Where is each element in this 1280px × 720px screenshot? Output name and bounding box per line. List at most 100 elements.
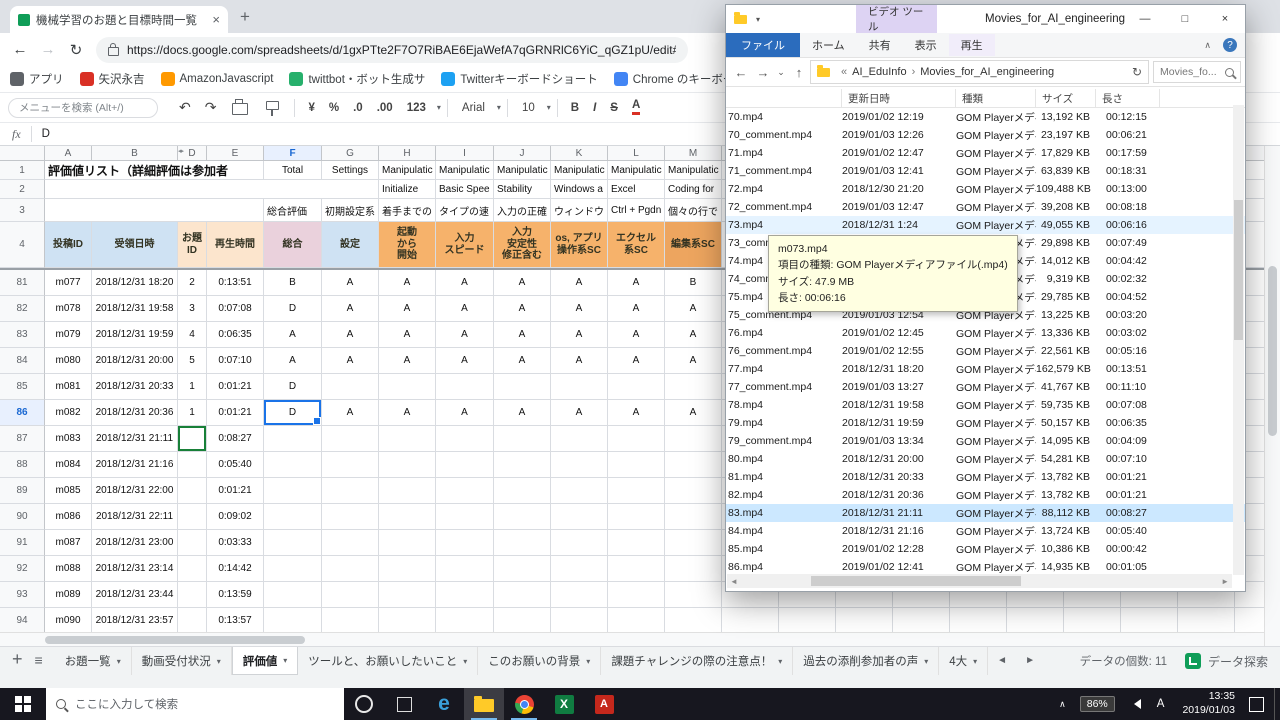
header-cell[interactable]: 入力 安定性 修正含む	[494, 222, 551, 268]
hidden-icons-icon[interactable]: ∧	[1051, 699, 1074, 710]
increase-decimal-button[interactable]: .00	[377, 102, 393, 114]
cell[interactable]: 2018/12/31 18:20	[92, 270, 178, 296]
cell[interactable]: 0:13:59	[207, 582, 264, 608]
cell[interactable]	[322, 374, 379, 400]
cell[interactable]: 0:08:27	[207, 426, 264, 452]
excel-button[interactable]	[544, 688, 584, 720]
cell[interactable]: A	[494, 400, 551, 426]
file-row[interactable]: 71.mp4 2019/01/02 12:47 GOM Playerメディアフ… 17…	[726, 144, 1245, 162]
cell[interactable]: 0:06:35	[207, 322, 264, 348]
cell[interactable]: A	[608, 348, 665, 374]
list-column-header[interactable]: 種類	[956, 89, 1036, 107]
sheet-tab[interactable]: 評価値 ▾	[231, 647, 299, 675]
sheet-tab[interactable]: 課題チャレンジの際の注意点！ ▾	[601, 647, 794, 675]
cell[interactable]: 2018/12/31 19:59	[92, 322, 178, 348]
column-header-M[interactable]: M	[665, 146, 722, 161]
cell[interactable]: A	[379, 400, 436, 426]
cell[interactable]	[264, 556, 322, 582]
cell[interactable]: タイプの速	[436, 199, 494, 222]
scroll-left-icon[interactable]: ◄	[727, 577, 741, 586]
cell[interactable]: Settings	[322, 161, 379, 180]
cell[interactable]	[494, 426, 551, 452]
sheet-tab[interactable]: 4大 ▾	[939, 647, 989, 675]
cell[interactable]: 4	[178, 322, 207, 348]
row-header[interactable]: 87	[0, 426, 45, 452]
scrollbar-thumb[interactable]	[1268, 266, 1277, 436]
cell[interactable]: 2018/12/31 22:00	[92, 478, 178, 504]
scrollbar-thumb[interactable]	[45, 636, 305, 644]
row-header[interactable]: 86	[0, 400, 45, 426]
cell[interactable]	[379, 452, 436, 478]
help-icon[interactable]: ?	[1223, 38, 1237, 52]
refresh-icon[interactable]: ↻	[1132, 65, 1142, 79]
cell[interactable]	[608, 556, 665, 582]
explorer-vertical-scrollbar[interactable]	[1233, 105, 1244, 575]
address-bar[interactable]: https://docs.google.com/spreadsheets/d/1…	[96, 36, 688, 63]
cell[interactable]: 2018/12/31 23:14	[92, 556, 178, 582]
redo-icon[interactable]: ↷	[205, 99, 217, 116]
cell[interactable]	[178, 452, 207, 478]
cell[interactable]: Manipulatic	[665, 161, 722, 180]
cell[interactable]	[264, 530, 322, 556]
cell[interactable]	[379, 530, 436, 556]
cell[interactable]: A	[665, 400, 722, 426]
list-column-header[interactable]	[726, 89, 842, 107]
cell[interactable]	[494, 608, 551, 634]
header-cell[interactable]: 編集系SC	[665, 222, 722, 268]
cell[interactable]: A	[665, 348, 722, 374]
cell[interactable]: m087	[45, 530, 92, 556]
browser-tab[interactable]: 機械学習のお題と目標時間一覧 ×	[10, 6, 228, 33]
sheet-vertical-scrollbar[interactable]	[1264, 146, 1280, 646]
column-header-F[interactable]: F	[264, 146, 322, 161]
column-header-G[interactable]: G	[322, 146, 379, 161]
file-row[interactable]: 82.mp4 2018/12/31 20:36 GOM Playerメディアフ… 13…	[726, 486, 1245, 504]
cell[interactable]: Manipulatic	[379, 161, 436, 180]
cell[interactable]	[608, 608, 665, 634]
cell[interactable]: D	[264, 296, 322, 322]
selection-stats[interactable]: データの個数: 11	[1080, 653, 1167, 669]
cell[interactable]: A	[436, 322, 494, 348]
header-cell[interactable]: 起動 から 開始	[379, 222, 436, 268]
back-icon[interactable]: ←	[730, 65, 752, 80]
file-row[interactable]: 72_comment.mp4 2019/01/03 12:47 GOM Player…	[726, 198, 1245, 216]
cell[interactable]	[608, 452, 665, 478]
file-row[interactable]: 79_comment.mp4 2019/01/03 13:34 GOM Player…	[726, 432, 1245, 450]
cell[interactable]: A	[665, 322, 722, 348]
file-row[interactable]: 79.mp4 2018/12/31 19:59 GOM Playerメディアフ… 50…	[726, 414, 1245, 432]
cell[interactable]: A	[551, 322, 608, 348]
row-header[interactable]: 90	[0, 504, 45, 530]
cell[interactable]	[379, 374, 436, 400]
bookmark-item[interactable]: アプリ	[10, 71, 64, 87]
row-header[interactable]: 88	[0, 452, 45, 478]
explorer-horizontal-scrollbar[interactable]: ◄ ►	[727, 574, 1232, 588]
cell[interactable]: m077	[45, 270, 92, 296]
explore-button[interactable]: データ探索	[1184, 653, 1268, 670]
cell[interactable]	[551, 426, 608, 452]
cell[interactable]: 2018/12/31 21:11	[92, 426, 178, 452]
bold-button[interactable]: B	[571, 102, 579, 114]
cell[interactable]: A	[379, 270, 436, 296]
cell[interactable]: 2018/12/31 20:36	[92, 400, 178, 426]
cell[interactable]	[264, 504, 322, 530]
strikethrough-button[interactable]: S	[610, 102, 618, 114]
ribbon-tab-share[interactable]: 共有	[857, 34, 903, 56]
cell[interactable]	[608, 530, 665, 556]
file-row[interactable]: 72.mp4 2018/12/30 21:20 GOM Playerメディアフ…10…	[726, 180, 1245, 198]
cell[interactable]	[665, 452, 722, 478]
bookmark-item[interactable]: 矢沢永吉	[79, 71, 145, 87]
cell[interactable]	[322, 608, 379, 634]
add-sheet-button[interactable]: +	[0, 647, 33, 670]
cell[interactable]	[551, 452, 608, 478]
cell[interactable]: A	[436, 400, 494, 426]
forward-icon[interactable]: →	[752, 65, 774, 80]
cell[interactable]: A	[322, 296, 379, 322]
scroll-right-icon[interactable]: ►	[1218, 577, 1232, 586]
sheet-tab[interactable]: ツールと、お願いしたいこと ▾	[298, 647, 479, 675]
cell[interactable]: 0:05:40	[207, 452, 264, 478]
cell[interactable]: 2018/12/31 23:57	[92, 608, 178, 634]
cell[interactable]	[178, 530, 207, 556]
row-header[interactable]: 1	[0, 161, 45, 180]
row-header[interactable]: 3	[0, 199, 45, 222]
ribbon-tab-file[interactable]: ファイル	[726, 33, 800, 57]
cell[interactable]: 3	[178, 296, 207, 322]
